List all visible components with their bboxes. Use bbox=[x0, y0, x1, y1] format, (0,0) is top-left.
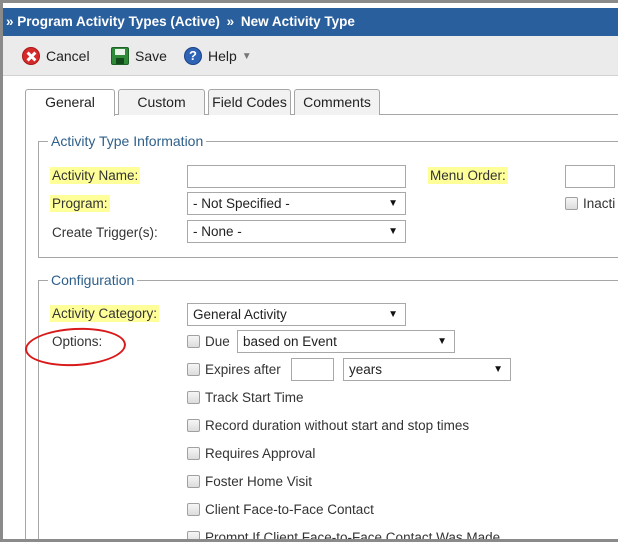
save-label: Save bbox=[135, 48, 167, 64]
toolbar: Cancel Save ? Help ▼ bbox=[3, 36, 618, 76]
activity-name-field[interactable] bbox=[187, 165, 406, 188]
tab-custom[interactable]: Custom bbox=[118, 89, 205, 115]
dropdown-arrow-icon: ▼ bbox=[493, 364, 503, 375]
floppy-disk-icon bbox=[111, 47, 129, 65]
option-track-start-time[interactable]: Track Start Time bbox=[187, 390, 304, 405]
inactive-checkbox-row[interactable]: Inacti bbox=[565, 196, 615, 211]
help-button[interactable]: ? Help ▼ bbox=[184, 46, 252, 66]
option-label: Client Face-to-Face Contact bbox=[205, 502, 374, 517]
record-duration-checkbox[interactable] bbox=[187, 419, 200, 432]
requires-approval-checkbox[interactable] bbox=[187, 447, 200, 460]
prompt-face-to-face-checkbox[interactable] bbox=[187, 531, 200, 539]
help-icon: ? bbox=[184, 47, 202, 65]
dropdown-arrow-icon: ▼ bbox=[388, 226, 398, 237]
breadcrumb-prefix: » bbox=[6, 14, 14, 29]
option-label: Requires Approval bbox=[205, 446, 316, 461]
activity-name-label: Activity Name: bbox=[50, 167, 141, 184]
menu-order-field[interactable] bbox=[565, 165, 615, 188]
dropdown-arrow-icon: ▼ bbox=[388, 309, 398, 320]
activity-type-info-legend: Activity Type Information bbox=[51, 133, 204, 149]
option-label: Track Start Time bbox=[205, 390, 304, 405]
option-label: Foster Home Visit bbox=[205, 474, 313, 489]
expires-checkbox[interactable] bbox=[187, 363, 200, 376]
dropdown-arrow-icon: ▼ bbox=[388, 198, 398, 209]
option-foster-home-visit[interactable]: Foster Home Visit bbox=[187, 474, 312, 489]
expires-unit-select[interactable]: years ▼ bbox=[343, 358, 511, 381]
activity-category-select[interactable]: General Activity ▼ bbox=[187, 303, 406, 326]
option-label: Prompt If Client Face-to-Face Contact Wa… bbox=[205, 530, 501, 542]
create-trigger-label: Create Trigger(s): bbox=[52, 225, 158, 240]
due-select[interactable]: based on Event ▼ bbox=[237, 330, 455, 353]
tab-comments[interactable]: Comments bbox=[294, 89, 380, 115]
save-button[interactable]: Save bbox=[111, 46, 167, 66]
tab-field-codes[interactable]: Field Codes bbox=[208, 89, 291, 115]
program-label: Program: bbox=[50, 195, 110, 212]
cancel-label: Cancel bbox=[46, 48, 90, 64]
due-label: Due bbox=[205, 334, 230, 349]
breadcrumb-parent-link[interactable]: Program Activity Types (Active) bbox=[17, 14, 220, 29]
configuration-legend: Configuration bbox=[51, 272, 135, 288]
panel-border bbox=[25, 114, 26, 539]
expires-label: Expires after bbox=[205, 362, 281, 377]
cancel-button[interactable]: Cancel bbox=[22, 46, 90, 66]
expires-option[interactable]: Expires after bbox=[187, 362, 281, 377]
menu-order-label: Menu Order: bbox=[428, 167, 508, 184]
breadcrumb-separator: » bbox=[226, 14, 235, 29]
inactive-label: Inacti bbox=[583, 196, 616, 211]
create-trigger-select[interactable]: - None - ▼ bbox=[187, 220, 406, 243]
track-start-time-checkbox[interactable] bbox=[187, 391, 200, 404]
option-label: Record duration without start and stop t… bbox=[205, 418, 470, 433]
due-option[interactable]: Due bbox=[187, 334, 230, 349]
inactive-checkbox[interactable] bbox=[565, 197, 578, 210]
program-select[interactable]: - Not Specified - ▼ bbox=[187, 192, 406, 215]
help-label: Help bbox=[208, 48, 237, 64]
client-face-to-face-checkbox[interactable] bbox=[187, 503, 200, 516]
tab-general[interactable]: General bbox=[25, 89, 115, 116]
option-prompt-face-to-face[interactable]: Prompt If Client Face-to-Face Contact Wa… bbox=[187, 530, 501, 542]
page-title: New Activity Type bbox=[240, 14, 355, 29]
title-bar: » Program Activity Types (Active) » New … bbox=[3, 8, 618, 36]
option-client-face-to-face[interactable]: Client Face-to-Face Contact bbox=[187, 502, 374, 517]
dropdown-arrow-icon: ▼ bbox=[437, 336, 447, 347]
option-record-duration[interactable]: Record duration without start and stop t… bbox=[187, 418, 469, 433]
due-checkbox[interactable] bbox=[187, 335, 200, 348]
cancel-icon bbox=[22, 47, 40, 65]
activity-category-label: Activity Category: bbox=[50, 305, 160, 322]
option-requires-approval[interactable]: Requires Approval bbox=[187, 446, 315, 461]
foster-home-visit-checkbox[interactable] bbox=[187, 475, 200, 488]
window-frame: » Program Activity Types (Active) » New … bbox=[0, 0, 618, 542]
chevron-down-icon: ▼ bbox=[241, 50, 252, 62]
expires-amount-field[interactable] bbox=[291, 358, 334, 381]
